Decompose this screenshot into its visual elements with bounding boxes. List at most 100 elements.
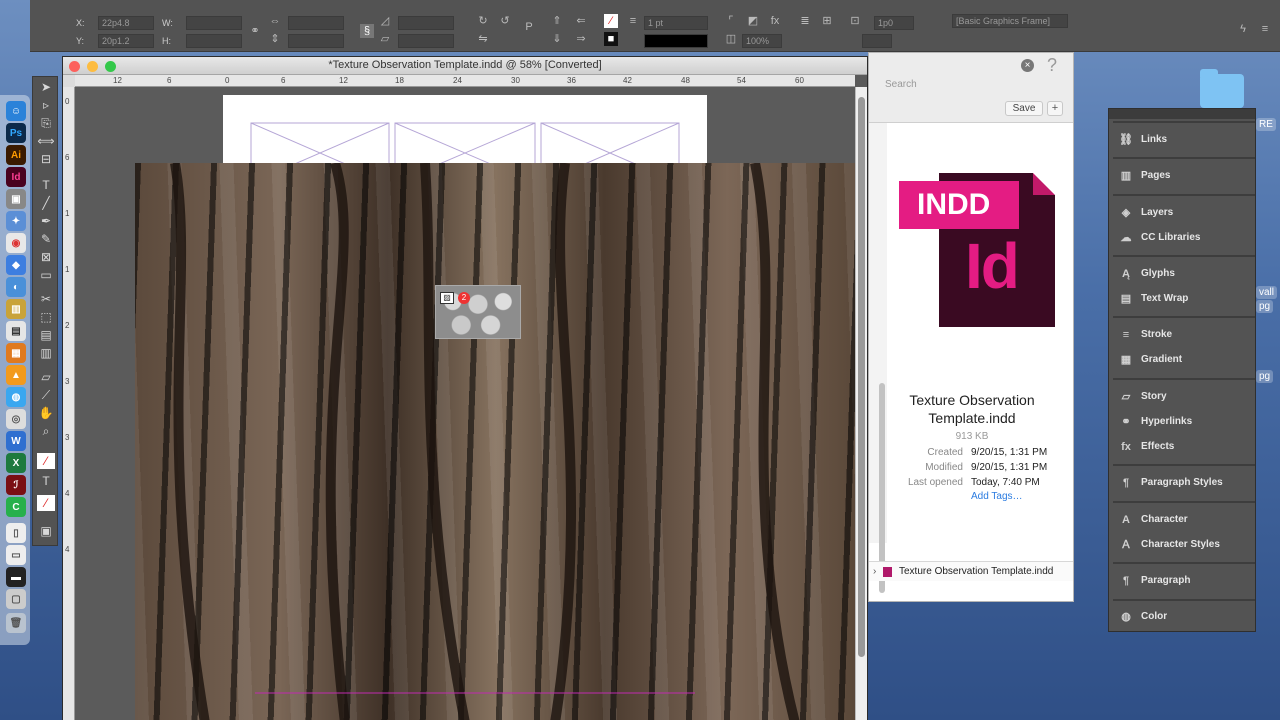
scale-x-icon[interactable]: ⇔ bbox=[268, 14, 282, 28]
panel-item-hyperlinks[interactable]: ⚭ Hyperlinks bbox=[1113, 411, 1255, 433]
scale-x-field[interactable] bbox=[288, 16, 344, 30]
desktop-label[interactable]: RE bbox=[1256, 118, 1276, 131]
save-button[interactable]: Save bbox=[1005, 101, 1043, 116]
select-next-icon[interactable]: ⇒ bbox=[574, 32, 588, 46]
eyedropper-tool-icon[interactable]: ⟋ bbox=[37, 387, 55, 403]
effects-icon[interactable]: fx bbox=[768, 14, 782, 28]
rectangle-frame-tool-icon[interactable]: ⊠ bbox=[37, 249, 55, 265]
panels-header[interactable] bbox=[1109, 109, 1255, 119]
add-button[interactable]: + bbox=[1047, 101, 1063, 116]
content-collector-icon[interactable]: ⊟ bbox=[37, 151, 55, 167]
rectangle-tool-icon[interactable]: ▭ bbox=[37, 267, 55, 283]
document-dock-icon[interactable]: ▯ bbox=[6, 523, 26, 543]
y-field[interactable]: 20p1.2 bbox=[98, 34, 154, 48]
path-item[interactable]: Texture Observation Template.indd bbox=[899, 566, 1053, 577]
app-dock-icon[interactable]: ◆ bbox=[6, 255, 26, 275]
desktop-label[interactable]: vall bbox=[1256, 286, 1278, 299]
path-bar[interactable]: › Texture Observation Template.indd bbox=[869, 561, 1073, 581]
panel-item-color[interactable]: ◍ Color bbox=[1113, 606, 1255, 628]
app-dock-icon[interactable]: C bbox=[6, 497, 26, 517]
panel-item-text-wrap[interactable]: ▤ Text Wrap bbox=[1113, 288, 1255, 310]
desktop-folder-icon[interactable] bbox=[1200, 69, 1244, 108]
rotate-cw-icon[interactable]: ↻ bbox=[476, 14, 490, 28]
gradient-feather-tool-icon[interactable]: ▥ bbox=[37, 345, 55, 361]
app-dock-icon[interactable]: ▬ bbox=[6, 567, 26, 587]
h-field[interactable] bbox=[186, 34, 242, 48]
rotate-icon[interactable]: ◿ bbox=[378, 14, 392, 28]
gap-tool-icon[interactable]: ⟺ bbox=[37, 133, 55, 149]
vertical-scrollbar[interactable] bbox=[855, 87, 867, 720]
spacing-field[interactable]: 1p0 bbox=[874, 16, 914, 30]
illustrator-dock-icon[interactable]: Ai bbox=[6, 145, 26, 165]
menu-icon[interactable]: ≡ bbox=[1258, 22, 1272, 36]
w-field[interactable] bbox=[186, 16, 242, 30]
type-tool-icon[interactable]: T bbox=[37, 177, 55, 193]
hand-tool-icon[interactable]: ✋ bbox=[37, 405, 55, 421]
panel-item-character-styles[interactable]: Ａ Character Styles bbox=[1113, 534, 1255, 556]
stroke-swatch-icon[interactable]: ■ bbox=[604, 32, 618, 46]
panel-item-stroke[interactable]: ≡ Stroke bbox=[1113, 324, 1255, 346]
opacity-field[interactable]: 100% bbox=[742, 34, 782, 48]
zoom-tool-icon[interactable]: ⌕ bbox=[37, 423, 55, 439]
vlc-dock-icon[interactable]: ▲ bbox=[6, 365, 26, 385]
panel-item-paragraph-styles[interactable]: ¶ Paragraph Styles bbox=[1113, 472, 1255, 494]
app-dock-icon[interactable]: ▢ bbox=[6, 589, 26, 609]
direct-selection-tool-icon[interactable]: ▹ bbox=[37, 97, 55, 113]
selection-tool-icon[interactable]: ➤ bbox=[37, 79, 55, 95]
rotate-ccw-icon[interactable]: ↺ bbox=[498, 14, 512, 28]
gradient-swatch-tool-icon[interactable]: ▤ bbox=[37, 327, 55, 343]
app-dock-icon[interactable]: ◎ bbox=[6, 409, 26, 429]
panel-item-cc-libraries[interactable]: ☁ CC Libraries bbox=[1113, 227, 1255, 249]
acrobat-dock-icon[interactable]: ℐ bbox=[6, 475, 26, 495]
flip-icon[interactable]: ⇋ bbox=[476, 32, 490, 46]
panel-item-effects[interactable]: fx Effects bbox=[1113, 436, 1255, 458]
shear-field[interactable] bbox=[398, 34, 454, 48]
photoshop-dock-icon[interactable]: Ps bbox=[6, 123, 26, 143]
select-previous-icon[interactable]: ⇐ bbox=[574, 14, 588, 28]
constrain-proportions-icon[interactable]: ⚭ bbox=[248, 24, 262, 38]
align-icon[interactable]: ≣ bbox=[798, 14, 812, 28]
horizontal-ruler[interactable]: 12 6 0 6 12 18 24 30 36 42 48 54 60 bbox=[75, 75, 855, 87]
panel-item-character[interactable]: A Character bbox=[1113, 509, 1255, 531]
app-dock-icon[interactable]: ▥ bbox=[6, 299, 26, 319]
app-dock-icon[interactable]: ◍ bbox=[6, 387, 26, 407]
scale-y-icon[interactable]: ⇕ bbox=[268, 32, 282, 46]
corner-icon[interactable]: ⌜ bbox=[724, 14, 738, 28]
scale-y-field[interactable] bbox=[288, 34, 344, 48]
app-dock-icon[interactable]: ▤ bbox=[6, 321, 26, 341]
stroke-type-select[interactable] bbox=[644, 34, 708, 48]
vertical-ruler[interactable]: 0 6 1 1 2 3 3 4 4 bbox=[63, 87, 75, 720]
help-icon[interactable]: ? bbox=[1047, 55, 1057, 76]
fitting-icon[interactable]: ⊡ bbox=[848, 14, 862, 28]
formatting-icon[interactable]: T bbox=[37, 473, 55, 489]
pasteboard[interactable]: ▨ 2 bbox=[75, 87, 857, 720]
x-field[interactable]: 22p4.8 bbox=[98, 16, 154, 30]
text-wrap-icon[interactable]: ⊞ bbox=[820, 14, 834, 28]
desktop-label[interactable]: pg bbox=[1256, 370, 1274, 383]
link-icon[interactable]: § bbox=[360, 24, 374, 38]
indesign-dock-icon[interactable]: Id bbox=[6, 167, 26, 187]
search-field[interactable]: Search bbox=[885, 79, 917, 90]
apply-none-icon[interactable]: ⁄ bbox=[37, 495, 55, 511]
scrollbar-thumb[interactable] bbox=[858, 97, 865, 657]
fill-none-icon[interactable]: ⁄ bbox=[604, 14, 618, 28]
excel-dock-icon[interactable]: X bbox=[6, 453, 26, 473]
chrome-dock-icon[interactable]: ◉ bbox=[6, 233, 26, 253]
panel-item-pages[interactable]: ▥ Pages bbox=[1113, 165, 1255, 187]
safari-dock-icon[interactable]: ✦ bbox=[6, 211, 26, 231]
panel-item-gradient[interactable]: ▦ Gradient bbox=[1113, 349, 1255, 371]
document-titlebar[interactable]: *Texture Observation Template.indd @ 58%… bbox=[63, 57, 867, 75]
pencil-tool-icon[interactable]: ✎ bbox=[37, 231, 55, 247]
close-icon[interactable]: × bbox=[1021, 59, 1034, 72]
app-dock-icon[interactable]: ▣ bbox=[6, 189, 26, 209]
add-tags-link[interactable]: Add Tags… bbox=[971, 491, 1023, 502]
page-tool-icon[interactable]: ⎘ bbox=[37, 115, 55, 131]
select-content-icon[interactable]: ⇓ bbox=[550, 32, 564, 46]
panel-item-paragraph[interactable]: ¶ Paragraph bbox=[1113, 570, 1255, 592]
screen-mode-icon[interactable]: ▣ bbox=[37, 523, 55, 539]
panel-item-glyphs[interactable]: Ą Glyphs bbox=[1113, 263, 1255, 285]
panel-item-layers[interactable]: ◈ Layers bbox=[1113, 202, 1255, 224]
fill-stroke-icon[interactable]: ⁄ bbox=[37, 453, 55, 469]
panel-item-links[interactable]: ⛓ Links bbox=[1113, 129, 1255, 151]
pen-tool-icon[interactable]: ✒ bbox=[37, 213, 55, 229]
